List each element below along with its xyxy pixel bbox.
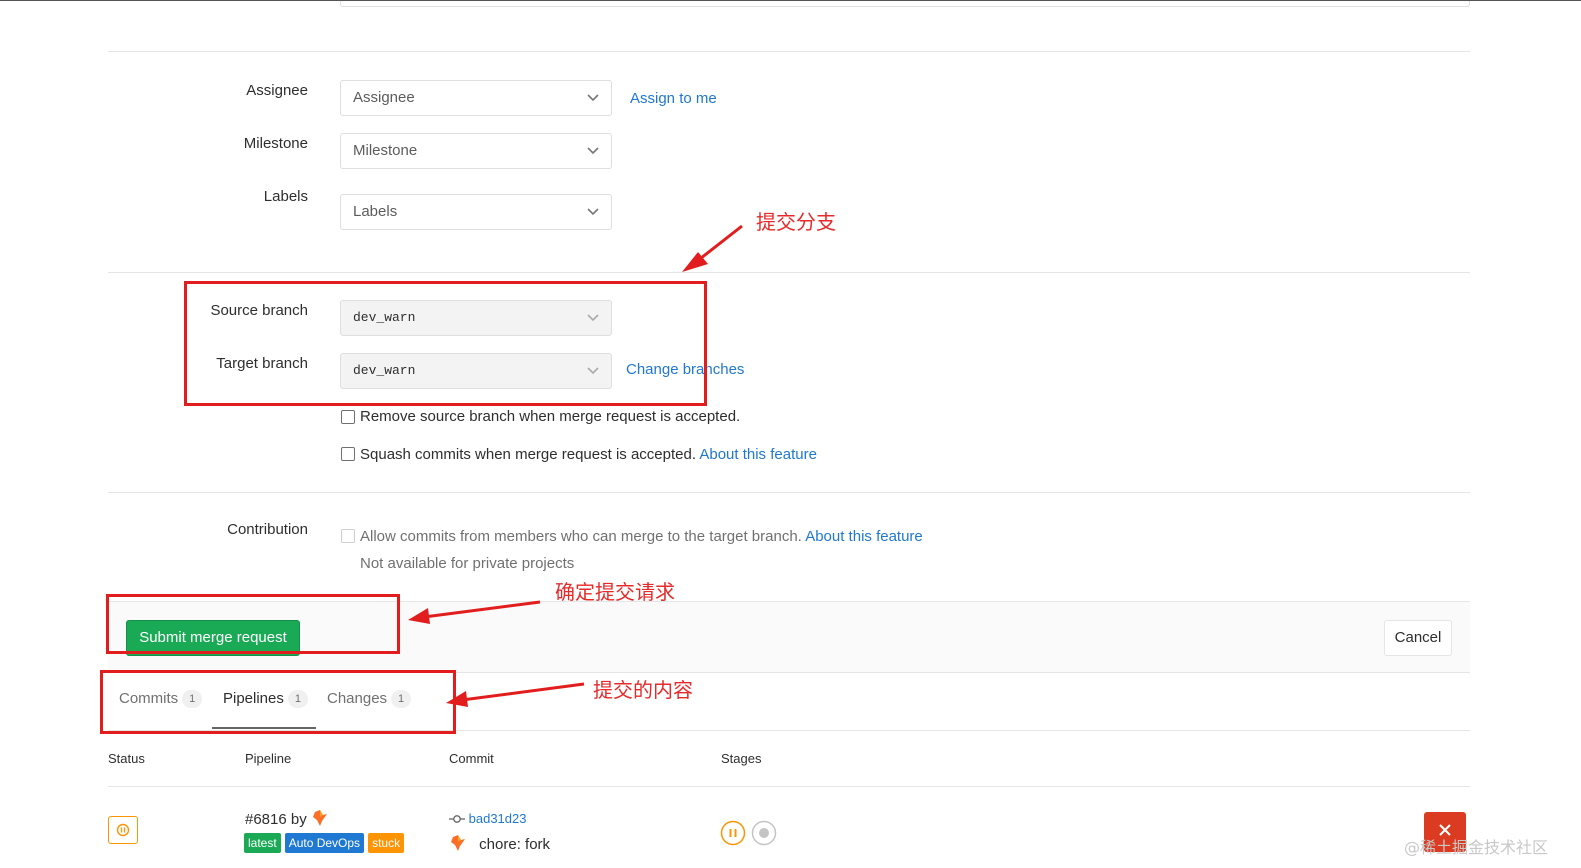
- watermark: @稀土掘金技术社区: [1404, 838, 1549, 857]
- annotation-confirm-request: 确定提交请求: [555, 580, 675, 604]
- annotation-arrows: [408, 224, 743, 707]
- annotation-submitted-content: 提交的内容: [593, 678, 693, 702]
- annotation-submit-branch: 提交分支: [756, 210, 836, 234]
